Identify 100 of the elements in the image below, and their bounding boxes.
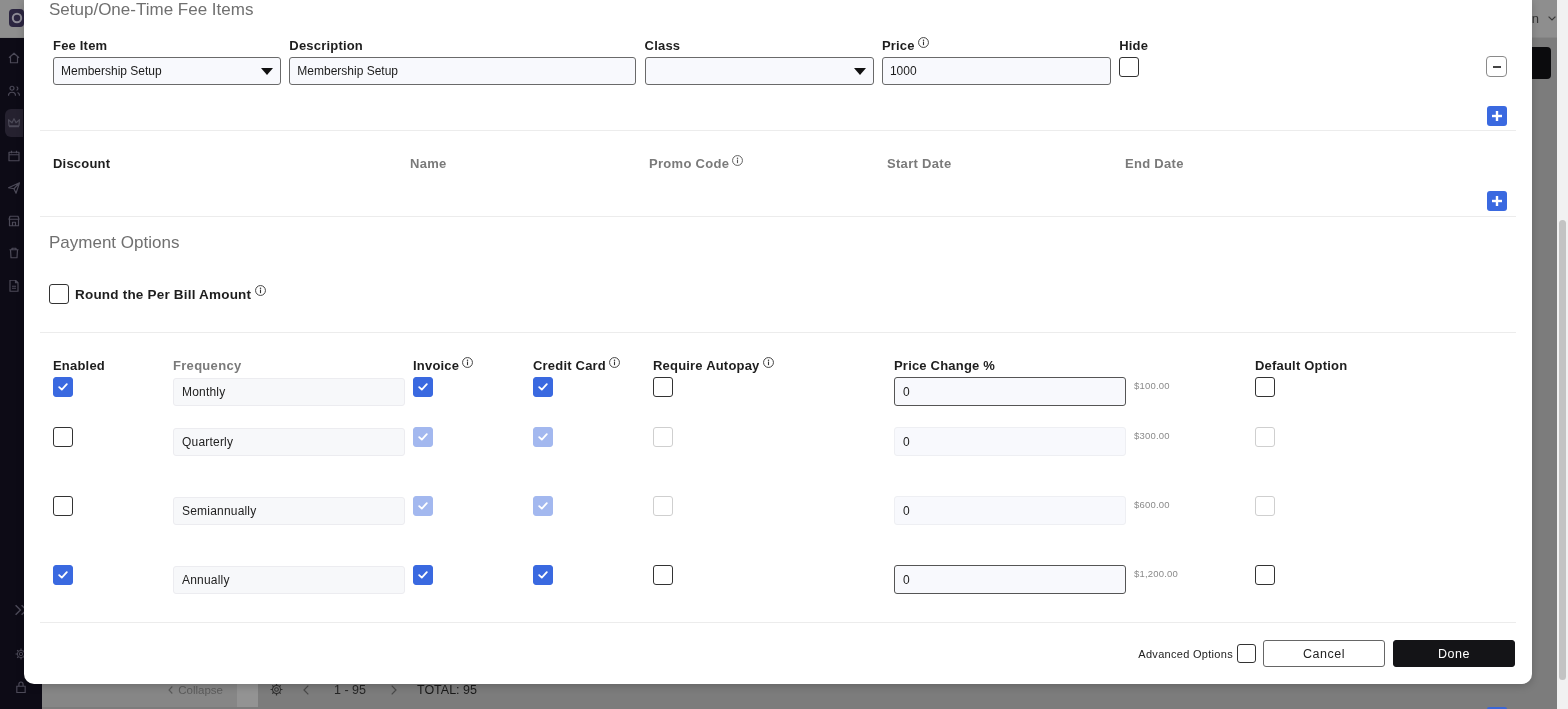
column-header: Name [410,157,447,171]
caret-icon [853,67,866,75]
enabled-checkbox[interactable] [53,565,73,585]
require-autopay-checkbox[interactable] [653,565,673,585]
invoice-checkbox[interactable] [413,427,433,447]
column-header: Promo Code [649,157,730,171]
info-icon[interactable] [255,284,267,296]
text-field[interactable]: 1000 [881,57,1111,85]
advanced-options-label: Advanced Options [1138,647,1233,660]
cancel-button[interactable]: Cancel [1263,640,1385,667]
dropdown-field[interactable] [644,57,874,85]
require-autopay-checkbox[interactable] [653,377,673,397]
column-header: Frequency [173,359,242,373]
info-icon[interactable] [462,357,474,368]
amount-text: $1,200.00 [1134,568,1179,579]
field-label: Description [289,39,363,53]
checkmark-icon [538,433,548,441]
send-icon [8,182,20,194]
column-header: Price Change % [894,359,996,373]
checkmark-icon [538,502,548,510]
amount-text: $300.00 [1134,430,1170,441]
plus-icon [1492,196,1502,206]
scrollbar-thumb[interactable] [1559,220,1566,680]
frequency-field: Quarterly [173,428,405,456]
info-icon[interactable] [609,357,620,368]
column-header: Default Option [1255,359,1348,373]
invoice-checkbox[interactable] [413,377,433,397]
scrollbar[interactable] [1557,0,1568,709]
frequency-field: Annually [173,566,405,594]
bin-icon [8,247,20,259]
crown-icon [8,117,20,129]
column-header: Credit Card [533,359,606,373]
checkmark-icon [418,571,428,579]
logo-icon [9,8,24,27]
settings-icon[interactable] [270,683,283,696]
dropdown-field[interactable]: Membership Setup [53,57,281,85]
checkmark-icon [58,571,68,579]
amount-text: $600.00 [1134,499,1170,510]
advanced-options-checkbox[interactable] [1237,644,1256,663]
people-icon [8,84,20,97]
enabled-checkbox[interactable] [53,427,73,447]
round-amount-checkbox[interactable] [49,284,69,304]
default-option-checkbox[interactable] [1255,377,1275,397]
column-header: Discount [53,157,111,171]
caret-icon [261,67,273,75]
add-discount-button[interactable] [1487,191,1507,211]
checkmark-icon [418,383,428,391]
add-fee-button[interactable] [1487,106,1507,126]
double-chevron-icon[interactable] [15,604,27,616]
price-change-field[interactable]: 0 [894,377,1126,406]
column-header: Enabled [53,359,105,373]
checkmark-icon [418,502,428,510]
enabled-checkbox[interactable] [53,496,73,516]
amount-text: $100.00 [1134,380,1170,391]
store-icon [8,214,20,227]
chevron-down-icon[interactable] [1548,16,1556,21]
text-field[interactable]: Membership Setup [289,57,637,85]
info-icon[interactable] [917,37,929,48]
price-change-field[interactable]: 0 [894,565,1126,594]
credit-card-checkbox[interactable] [533,377,553,397]
plus-icon [1492,111,1502,121]
hide-checkbox[interactable] [1119,57,1140,77]
total-count: TOTAL: 95 [416,682,477,697]
document-icon [8,279,20,292]
done-button[interactable]: Done [1393,640,1515,667]
checkmark-icon [418,433,428,441]
default-option-checkbox[interactable] [1255,565,1275,585]
page-range: 1 - 95 [334,682,366,697]
column-header: Invoice [413,359,460,373]
column-header: Start Date [887,157,952,171]
column-header: End Date [1125,157,1184,171]
column-header: Require Autopay [653,359,760,373]
checkmark-icon [58,383,68,391]
invoice-checkbox[interactable] [413,496,433,516]
frequency-field: Semiannually [173,497,405,525]
minus-icon [1492,65,1501,68]
credit-card-checkbox[interactable] [533,427,553,447]
checkmark-icon [538,571,548,579]
credit-card-checkbox[interactable] [533,496,553,516]
calendar-icon [8,149,20,162]
section-title: Payment Options [49,233,180,253]
section-title: Setup/One-Time Fee Items [49,0,254,20]
price-change-field[interactable]: 0 [894,496,1126,525]
checkmark-icon [538,383,548,391]
invoice-checkbox[interactable] [413,565,433,585]
frequency-field: Monthly [173,378,405,406]
chevron-left-icon [168,685,174,694]
enabled-checkbox[interactable] [53,377,73,397]
field-label: Hide [1119,39,1149,53]
info-icon[interactable] [762,357,774,368]
field-label: Class [644,39,681,53]
checkbox-label: Round the Per Bill Amount [75,286,252,302]
credit-card-checkbox[interactable] [533,565,553,585]
remove-fee-button[interactable] [1486,56,1507,77]
menu-label[interactable]: n [1531,11,1539,26]
field-label: Fee Item [53,39,108,53]
field-label: Price [881,39,915,53]
price-change-field[interactable]: 0 [894,427,1126,456]
house-icon [8,52,20,64]
info-icon[interactable] [732,155,744,166]
